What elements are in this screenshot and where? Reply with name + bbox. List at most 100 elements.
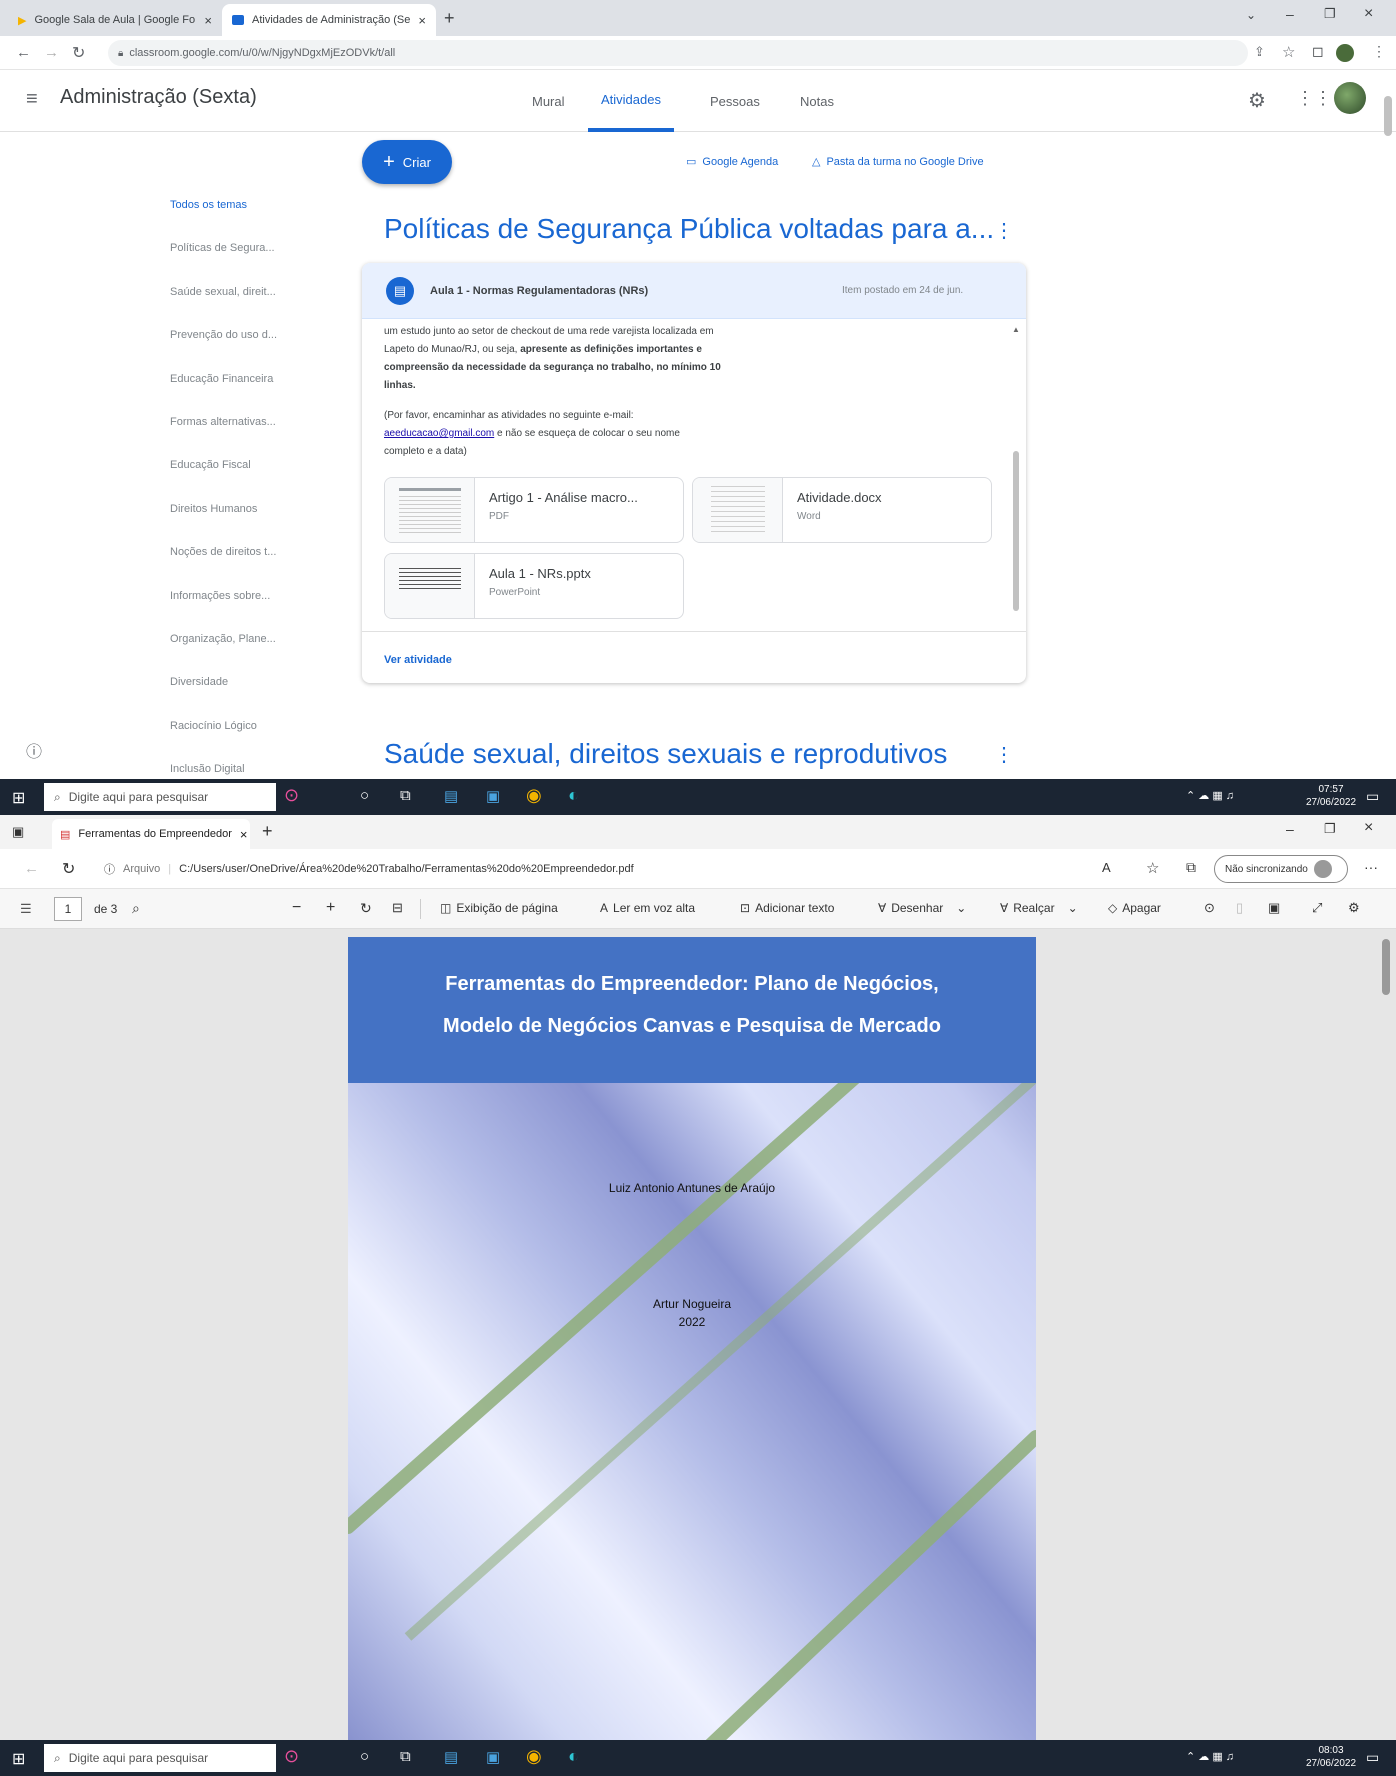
tray-icons[interactable]: ⌃ ☁ ▦ ♫ xyxy=(1186,789,1234,802)
tab-actions-icon[interactable]: ▣ xyxy=(12,824,24,840)
sync-status-button[interactable]: Não sincronizando xyxy=(1214,855,1348,883)
zoom-in-icon[interactable]: + xyxy=(326,899,335,917)
chevron-down-icon[interactable]: ⌄ xyxy=(1068,901,1078,915)
settings-gear-icon[interactable]: ⚙ xyxy=(1348,900,1360,916)
notifications-icon[interactable]: ▭ xyxy=(1366,1749,1379,1766)
tab-pessoas[interactable]: Pessoas xyxy=(710,70,760,132)
cortana-icon[interactable]: ○ xyxy=(360,1748,369,1765)
hamburger-menu-icon[interactable]: ≡ xyxy=(26,88,38,111)
tab-classroom-forms[interactable]: ▶ Google Sala de Aula | Google Fo × xyxy=(8,4,222,36)
attachment-pptx[interactable]: Aula 1 - NRs.pptx PowerPoint xyxy=(384,553,684,619)
drive-folder-link[interactable]: △ Pasta da turma no Google Drive xyxy=(812,155,984,169)
restore-icon[interactable]: ❐ xyxy=(1324,821,1336,837)
tab-notas[interactable]: Notas xyxy=(800,70,834,132)
minimize-icon[interactable]: – xyxy=(1286,821,1294,837)
close-tab-icon[interactable]: × xyxy=(418,13,426,28)
attachment-pdf[interactable]: Artigo 1 - Análise macro... PDF xyxy=(384,477,684,543)
pdf-scrollbar-thumb[interactable] xyxy=(1382,939,1390,995)
topic-item[interactable]: Noções de direitos t... xyxy=(170,545,320,588)
erase-button[interactable]: ◇ Apagar xyxy=(1108,901,1161,915)
read-aloud-icon[interactable]: A xyxy=(1102,860,1111,875)
taskbar-clock[interactable]: 07:57 27/06/2022 xyxy=(1304,783,1358,809)
assignment-header[interactable]: ▤ Aula 1 - Normas Regulamentadoras (NRs)… xyxy=(362,263,1026,319)
tab-atividades-nav[interactable]: Atividades xyxy=(588,70,674,132)
store-icon[interactable]: ▣ xyxy=(486,787,500,805)
address-bar[interactable]: ⓘ Arquivo | C:/Users/user/OneDrive/Área%… xyxy=(104,857,1084,881)
close-tab-icon[interactable]: × xyxy=(204,13,212,28)
contents-icon[interactable]: ☰ xyxy=(20,901,32,917)
collections-icon[interactable]: ⧉ xyxy=(1186,859,1196,876)
reload-icon[interactable]: ↻ xyxy=(62,859,75,879)
save-icon[interactable]: ▣ xyxy=(1268,900,1280,916)
find-icon[interactable]: ⌕ xyxy=(132,900,140,917)
zoom-out-icon[interactable]: − xyxy=(292,899,301,917)
windows-start-icon[interactable]: ⊞ xyxy=(12,1749,25,1769)
forward-icon[interactable]: → xyxy=(44,44,59,61)
page-view-button[interactable]: ◫ Exibição de página xyxy=(440,901,558,915)
topic-item[interactable]: Organização, Plane... xyxy=(170,632,320,675)
calendar-link[interactable]: ▭ Google Agenda xyxy=(686,155,778,169)
chrome-icon[interactable]: ◉ xyxy=(526,785,542,806)
back-icon[interactable]: ← xyxy=(16,44,31,61)
new-tab-icon[interactable]: + xyxy=(444,8,455,29)
topic-item[interactable]: Educação Fiscal xyxy=(170,458,320,501)
share-icon[interactable]: ⇪ xyxy=(1254,44,1265,60)
search-highlight-icon[interactable]: ⊙ xyxy=(284,785,299,806)
edge-icon[interactable]: ◐ xyxy=(568,1746,579,1767)
section-menu-icon[interactable]: ⋮ xyxy=(994,218,1014,243)
close-tab-icon[interactable]: × xyxy=(240,827,248,842)
help-icon[interactable]: ⓘ xyxy=(26,738,42,762)
profile-avatar[interactable] xyxy=(1336,44,1354,62)
menu-kebab-icon[interactable]: ⋮ xyxy=(1372,43,1386,60)
new-tab-icon[interactable]: + xyxy=(262,821,273,842)
draw-touch-icon[interactable]: ⊙ xyxy=(1204,900,1215,916)
class-title[interactable]: Administração (Sexta) xyxy=(60,86,257,109)
view-assignment-link[interactable]: Ver atividade xyxy=(384,654,452,666)
page-scrollbar[interactable] xyxy=(1384,96,1392,136)
topic-item-all[interactable]: Todos os temas xyxy=(170,198,320,241)
scroll-up-icon[interactable]: ▲ xyxy=(1012,325,1020,334)
notifications-icon[interactable]: ▭ xyxy=(1366,788,1379,805)
address-bar[interactable]: 🔒︎ classroom.google.com/u/0/w/NjgyNDgxMj… xyxy=(108,40,1248,66)
file-explorer-icon[interactable]: ▤ xyxy=(444,787,458,805)
tab-search-icon[interactable]: ⌄ xyxy=(1246,8,1256,22)
attachment-docx[interactable]: Atividade.docx Word xyxy=(692,477,992,543)
minimize-icon[interactable]: – xyxy=(1286,6,1294,22)
store-icon[interactable]: ▣ xyxy=(486,1748,500,1766)
tray-icons[interactable]: ⌃ ☁ ▦ ♫ xyxy=(1186,1750,1234,1763)
reload-icon[interactable]: ↻ xyxy=(72,43,85,63)
bookmark-star-icon[interactable]: ☆ xyxy=(1282,43,1295,61)
topic-item[interactable]: Raciocínio Lógico xyxy=(170,719,320,762)
close-window-icon[interactable]: × xyxy=(1364,5,1373,23)
page-number-input[interactable]: 1 xyxy=(54,897,82,921)
cortana-icon[interactable]: ○ xyxy=(360,787,369,804)
apps-grid-icon[interactable]: ⋮⋮ xyxy=(1296,88,1332,109)
topic-item[interactable]: Diversidade xyxy=(170,675,320,718)
chrome-icon[interactable]: ◉ xyxy=(526,1746,542,1767)
email-link[interactable]: aeeducacao@gmail.com xyxy=(384,428,494,439)
fullscreen-icon[interactable]: ⤢ xyxy=(1312,900,1322,916)
back-icon[interactable]: ← xyxy=(24,860,39,877)
add-text-button[interactable]: ⊡ Adicionar texto xyxy=(740,901,834,915)
print-icon[interactable]: ▯ xyxy=(1236,900,1243,916)
scroll-thumb[interactable] xyxy=(1013,451,1019,611)
more-menu-icon[interactable]: ··· xyxy=(1364,859,1378,875)
section-menu-icon[interactable]: ⋮ xyxy=(994,742,1014,767)
draw-button[interactable]: ∀ Desenhar ⌄ xyxy=(878,901,966,915)
topic-item[interactable]: Políticas de Segura... xyxy=(170,241,320,284)
create-button[interactable]: + Criar xyxy=(362,140,452,184)
search-highlight-icon[interactable]: ⊙ xyxy=(284,1746,299,1767)
rotate-icon[interactable]: ↻ xyxy=(360,900,372,917)
task-view-icon[interactable]: ⧉ xyxy=(400,1748,411,1765)
restore-icon[interactable]: ❐ xyxy=(1324,6,1336,22)
taskbar-clock[interactable]: 08:03 27/06/2022 xyxy=(1304,1744,1358,1770)
tab-pdf[interactable]: ▤ Ferramentas do Empreendedor × xyxy=(52,819,250,849)
user-avatar[interactable] xyxy=(1334,82,1366,114)
tab-mural[interactable]: Mural xyxy=(532,70,565,132)
topic-item[interactable]: Saúde sexual, direit... xyxy=(170,285,320,328)
fit-page-icon[interactable]: ⊟ xyxy=(392,900,403,916)
topic-item[interactable]: Educação Financeira xyxy=(170,372,320,415)
topic-item[interactable]: Formas alternativas... xyxy=(170,415,320,458)
edge-icon[interactable]: ◐ xyxy=(568,785,579,806)
chevron-down-icon[interactable]: ⌄ xyxy=(956,901,966,915)
